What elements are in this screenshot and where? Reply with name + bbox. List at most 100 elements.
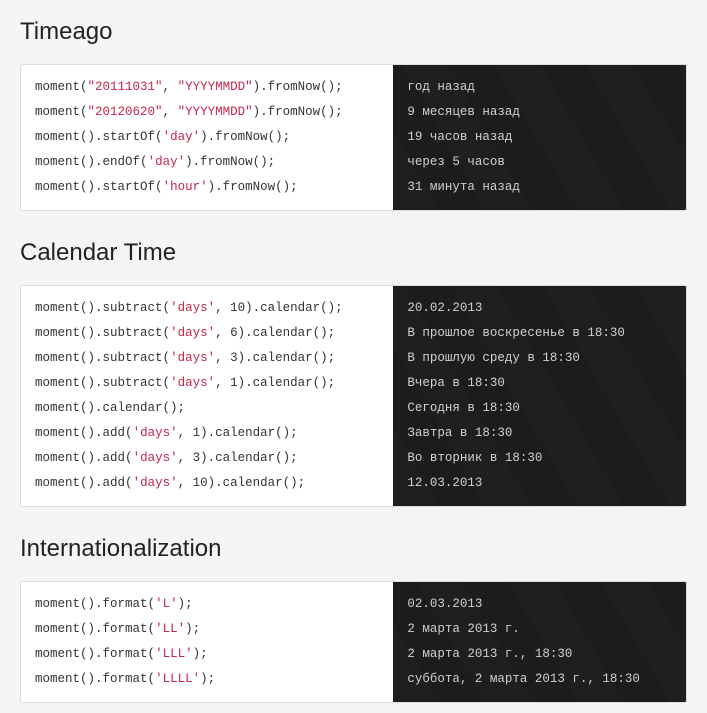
- example-block: moment().subtract('days', 10).calendar()…: [20, 285, 687, 507]
- code-token-punc: ().: [80, 451, 103, 465]
- code-token-punc: );: [178, 597, 193, 611]
- code-token-punc: , 1).: [215, 376, 253, 390]
- output-line: В прошлое воскресенье в 18:30: [407, 321, 672, 346]
- code-line: moment().add('days', 3).calendar();: [35, 446, 379, 471]
- code-token-punc: ().: [80, 326, 103, 340]
- code-token-punc: );: [193, 647, 208, 661]
- code-token-func: fromNow: [268, 80, 321, 94]
- code-token-str: 'days': [133, 426, 178, 440]
- code-token-func: moment: [35, 180, 80, 194]
- code-line: moment().subtract('days', 6).calendar();: [35, 321, 379, 346]
- code-line: moment().startOf('day').fromNow();: [35, 125, 379, 150]
- code-token-func: moment: [35, 672, 80, 686]
- code-token-str: 'hour': [163, 180, 208, 194]
- code-token-func: calendar: [253, 326, 313, 340]
- code-token-str: 'days': [133, 451, 178, 465]
- code-token-punc: ();: [313, 376, 336, 390]
- code-token-func: subtract: [103, 351, 163, 365]
- code-token-func: add: [103, 426, 126, 440]
- code-token-func: moment: [35, 401, 80, 415]
- code-token-func: calendar: [223, 476, 283, 490]
- code-token-punc: (: [148, 672, 156, 686]
- code-token-punc: (: [148, 622, 156, 636]
- code-token-punc: ();: [275, 180, 298, 194]
- output-line: Сегодня в 18:30: [407, 396, 672, 421]
- code-line: moment().calendar();: [35, 396, 379, 421]
- output-line: 31 минута назад: [407, 175, 672, 200]
- code-token-func: moment: [35, 426, 80, 440]
- code-token-func: calendar: [215, 451, 275, 465]
- code-line: moment().subtract('days', 1).calendar();: [35, 371, 379, 396]
- code-token-punc: ();: [313, 351, 336, 365]
- code-token-str: 'days': [170, 351, 215, 365]
- section-title: Internationalization: [20, 535, 687, 563]
- output-column: 20.02.2013В прошлое воскресенье в 18:30В…: [393, 286, 686, 506]
- output-line: 2 марта 2013 г., 18:30: [407, 642, 672, 667]
- output-line: 20.02.2013: [407, 296, 672, 321]
- code-token-str: 'days': [170, 326, 215, 340]
- code-token-punc: (: [163, 301, 171, 315]
- code-token-punc: ().: [80, 476, 103, 490]
- code-token-str: "YYYYMMDD": [178, 105, 253, 119]
- code-token-punc: ();: [320, 301, 343, 315]
- code-token-func: fromNow: [268, 105, 321, 119]
- code-line: moment().startOf('hour').fromNow();: [35, 175, 379, 200]
- code-token-punc: (: [80, 105, 88, 119]
- code-token-punc: ).: [208, 180, 223, 194]
- code-token-func: format: [103, 622, 148, 636]
- code-line: moment("20111031", "YYYYMMDD").fromNow()…: [35, 75, 379, 100]
- output-line: суббота, 2 марта 2013 г., 18:30: [407, 667, 672, 692]
- code-token-str: 'LL': [155, 622, 185, 636]
- code-token-func: moment: [35, 105, 80, 119]
- code-column: moment("20111031", "YYYYMMDD").fromNow()…: [21, 65, 393, 210]
- code-token-punc: ();: [275, 426, 298, 440]
- code-token-punc: ().: [80, 401, 103, 415]
- code-token-func: calendar: [253, 351, 313, 365]
- code-token-punc: ();: [320, 105, 343, 119]
- code-token-punc: ();: [320, 80, 343, 94]
- code-token-str: 'LLLL': [155, 672, 200, 686]
- code-token-func: calendar: [253, 376, 313, 390]
- code-column: moment().subtract('days', 10).calendar()…: [21, 286, 393, 506]
- code-token-punc: ,: [163, 105, 178, 119]
- code-token-str: 'days': [170, 376, 215, 390]
- code-token-punc: (: [163, 326, 171, 340]
- code-token-punc: ().: [80, 597, 103, 611]
- code-line: moment().add('days', 1).calendar();: [35, 421, 379, 446]
- code-token-punc: ().: [80, 426, 103, 440]
- code-token-func: subtract: [103, 376, 163, 390]
- code-token-func: calendar: [260, 301, 320, 315]
- code-token-func: fromNow: [200, 155, 253, 169]
- output-line: 2 марта 2013 г.: [407, 617, 672, 642]
- code-column: moment().format('L');moment().format('LL…: [21, 582, 393, 702]
- code-token-str: "YYYYMMDD": [178, 80, 253, 94]
- code-token-punc: (: [163, 376, 171, 390]
- code-token-func: moment: [35, 376, 80, 390]
- code-token-punc: ();: [283, 476, 306, 490]
- code-token-punc: ();: [268, 130, 291, 144]
- output-line: Завтра в 18:30: [407, 421, 672, 446]
- code-line: moment().add('days', 10).calendar();: [35, 471, 379, 496]
- code-token-punc: ().: [80, 622, 103, 636]
- output-line: 19 часов назад: [407, 125, 672, 150]
- code-token-func: add: [103, 476, 126, 490]
- code-token-str: 'days': [170, 301, 215, 315]
- code-token-punc: (: [155, 130, 163, 144]
- code-line: moment().format('LLLL');: [35, 667, 379, 692]
- section: Internationalizationmoment().format('L')…: [0, 517, 707, 713]
- code-token-punc: ().: [80, 130, 103, 144]
- code-token-func: calendar: [103, 401, 163, 415]
- code-line: moment().format('LL');: [35, 617, 379, 642]
- section-title: Timeago: [20, 18, 687, 46]
- code-token-punc: );: [185, 622, 200, 636]
- output-line: год назад: [407, 75, 672, 100]
- code-token-func: moment: [35, 301, 80, 315]
- code-token-punc: (: [163, 351, 171, 365]
- code-token-func: format: [103, 672, 148, 686]
- code-token-punc: ().: [80, 647, 103, 661]
- code-token-punc: (: [148, 647, 156, 661]
- output-line: 9 месяцев назад: [407, 100, 672, 125]
- section: Calendar Timemoment().subtract('days', 1…: [0, 221, 707, 517]
- output-column: 02.03.20132 марта 2013 г.2 марта 2013 г.…: [393, 582, 686, 702]
- code-token-func: subtract: [103, 301, 163, 315]
